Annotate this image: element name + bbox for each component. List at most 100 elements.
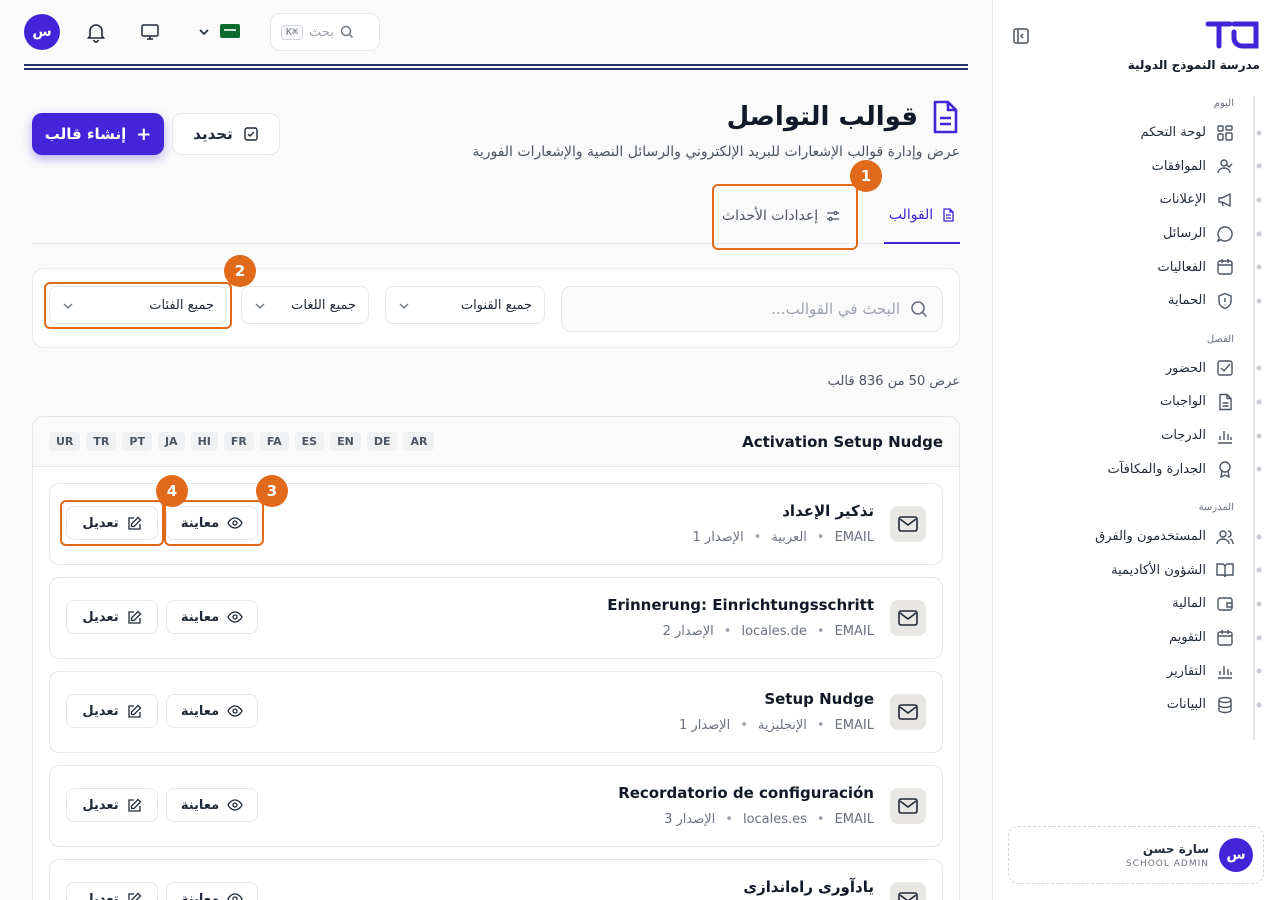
- sidebar-item-reports[interactable]: التقارير: [1034, 654, 1234, 688]
- calendar-icon: [1217, 259, 1233, 275]
- lang-chip[interactable]: FR: [223, 432, 254, 451]
- sidebar-item-dashboard[interactable]: لوحة التحكم: [1034, 116, 1234, 150]
- sidebar-item-merits[interactable]: الجدارة والمكافآت: [1034, 452, 1234, 486]
- sidebar-collapse-icon[interactable]: [1011, 26, 1031, 46]
- language-chips: AR DE EN ES FA FR HI JA PT TR UR: [49, 432, 435, 451]
- sidebar-item-grades[interactable]: الدرجات: [1034, 419, 1234, 453]
- template-row: یادآوری راه‌اندازی معاينة تعديل: [49, 859, 943, 900]
- lang-chip[interactable]: ES: [294, 432, 325, 451]
- sidebar-item-events[interactable]: الفعاليات: [1034, 250, 1234, 284]
- template-meta: EMAIL • locales.es • الإصدار 3: [664, 812, 874, 827]
- edit-label: تعديل: [82, 891, 119, 900]
- saudi-flag-icon[interactable]: [220, 24, 240, 38]
- categories-select[interactable]: جميع الفئات: [49, 286, 227, 324]
- lang-chip[interactable]: AR: [403, 432, 435, 451]
- chevron-down-icon: [199, 29, 209, 36]
- template-search-input[interactable]: البحث في القوالب...: [561, 286, 943, 332]
- sidebar-item-safeguarding[interactable]: الحماية: [1034, 284, 1234, 318]
- preview-label: معاينة: [180, 891, 220, 900]
- chart-icon: [1218, 430, 1232, 444]
- nav-group-class: الفصل الحضور الواجبات الدرجات الجدارة وا…: [1034, 332, 1234, 486]
- lang-chip[interactable]: DE: [366, 432, 398, 451]
- sidebar-item-attendance[interactable]: الحضور: [1034, 352, 1234, 386]
- bell-icon: [86, 24, 106, 43]
- filters-panel: البحث في القوالب... جميع القنوات جميع ال…: [32, 268, 960, 348]
- lang-chip[interactable]: UR: [49, 432, 81, 451]
- page-title: قوالب التواصل: [726, 102, 918, 132]
- edit-button[interactable]: تعديل: [66, 788, 158, 822]
- sidebar-item-finance[interactable]: المالية: [1034, 587, 1234, 621]
- email-icon: [890, 882, 926, 900]
- annotation-badge-3: 3: [256, 475, 288, 507]
- lang-chip[interactable]: JA: [157, 432, 185, 451]
- checkbox-icon: [1217, 360, 1233, 377]
- preview-button[interactable]: معاينة: [166, 600, 258, 634]
- tab-event-settings[interactable]: إعدادات الأحداث: [716, 188, 846, 244]
- sidebar-item-assignments[interactable]: الواجبات: [1034, 385, 1234, 419]
- languages-select[interactable]: جميع اللغات: [241, 286, 369, 324]
- top-avatar[interactable]: س: [24, 14, 60, 50]
- language-dropdown[interactable]: [192, 20, 216, 44]
- select-label: تحديد: [193, 125, 233, 143]
- search-icon: [340, 25, 353, 38]
- edit-label: تعديل: [82, 703, 119, 719]
- preview-button[interactable]: معاينة: [166, 506, 258, 540]
- group-header: Activation Setup Nudge AR DE EN ES FA FR…: [33, 417, 959, 467]
- select-button[interactable]: تحديد: [172, 113, 280, 155]
- email-icon: [890, 600, 926, 636]
- sidebar-item-users[interactable]: المستخدمون والفرق: [1034, 520, 1234, 554]
- annotation-badge-2: 2: [224, 255, 256, 287]
- tab-label: إعدادات الأحداث: [721, 208, 819, 224]
- notifications-button[interactable]: [84, 20, 108, 44]
- template-row: Recordatorio de configuración EMAIL • loc…: [49, 765, 943, 847]
- edit-button[interactable]: تعديل: [66, 882, 158, 900]
- create-template-button[interactable]: + إنشاء قالب: [32, 113, 164, 155]
- sidebar-item-label: التقويم: [1168, 630, 1206, 646]
- sidebar-item-calendar[interactable]: التقويم: [1034, 621, 1234, 655]
- edit-button[interactable]: تعديل: [66, 600, 158, 634]
- preview-label: معاينة: [180, 797, 220, 813]
- template-channel: EMAIL: [834, 624, 874, 639]
- sidebar-item-academics[interactable]: الشؤون الأكاديمية: [1034, 554, 1234, 588]
- user-card[interactable]: س سارة حسن SCHOOL ADMIN: [1008, 826, 1264, 884]
- lang-chip[interactable]: EN: [330, 432, 361, 451]
- sidebar-item-label: الواجبات: [1159, 394, 1206, 410]
- template-name: Recordatorio de configuración: [618, 784, 874, 802]
- lang-chip[interactable]: HI: [190, 432, 218, 451]
- channels-select[interactable]: جميع القنوات: [385, 286, 545, 324]
- sliders-icon: [827, 210, 840, 222]
- nav-group-school: المدرسة المستخدمون والفرق الشؤون الأكادي…: [1034, 500, 1234, 722]
- edit-icon: [127, 516, 142, 530]
- display-button[interactable]: [138, 20, 162, 44]
- sidebar-item-approvals[interactable]: الموافقات: [1034, 150, 1234, 184]
- nav-section-title: الفصل: [1206, 333, 1234, 345]
- template-channel: EMAIL: [834, 812, 874, 827]
- lang-chip[interactable]: TR: [86, 432, 117, 451]
- global-search[interactable]: K⌘ بحث: [270, 13, 380, 51]
- sidebar-item-announcements[interactable]: الإعلانات: [1034, 183, 1234, 217]
- group-title: Activation Setup Nudge: [742, 432, 943, 451]
- user-role: SCHOOL ADMIN: [1125, 858, 1209, 869]
- search-placeholder: البحث في القوالب...: [771, 300, 900, 318]
- edit-label: تعديل: [82, 515, 119, 531]
- preview-button[interactable]: معاينة: [166, 788, 258, 822]
- annotation-badge-4: 4: [156, 475, 188, 507]
- eye-icon: [227, 799, 243, 811]
- sidebar-item-messages[interactable]: الرسائل: [1034, 217, 1234, 251]
- tab-templates[interactable]: القوالب: [884, 188, 960, 244]
- checkbox-icon: [244, 127, 258, 141]
- nav-section-title: اليوم: [1213, 98, 1234, 109]
- edit-button[interactable]: تعديل: [66, 694, 158, 728]
- template-meta: EMAIL • locales.de • الإصدار 2: [662, 624, 874, 639]
- edit-button[interactable]: تعديل: [66, 506, 158, 540]
- chart-icon: [1218, 666, 1232, 679]
- sidebar-nav: اليوم لوحة التحكم الموافقات الإعلانات ال…: [1034, 96, 1234, 722]
- preview-button[interactable]: معاينة: [166, 882, 258, 900]
- lang-chip[interactable]: FA: [259, 432, 289, 451]
- lang-chip[interactable]: PT: [122, 432, 152, 451]
- sidebar-item-data[interactable]: البيانات: [1034, 688, 1234, 722]
- preview-button[interactable]: معاينة: [166, 694, 258, 728]
- avatar: س: [1219, 838, 1253, 872]
- book-icon: [1216, 563, 1234, 578]
- annotation-badge-1: 1: [850, 160, 882, 192]
